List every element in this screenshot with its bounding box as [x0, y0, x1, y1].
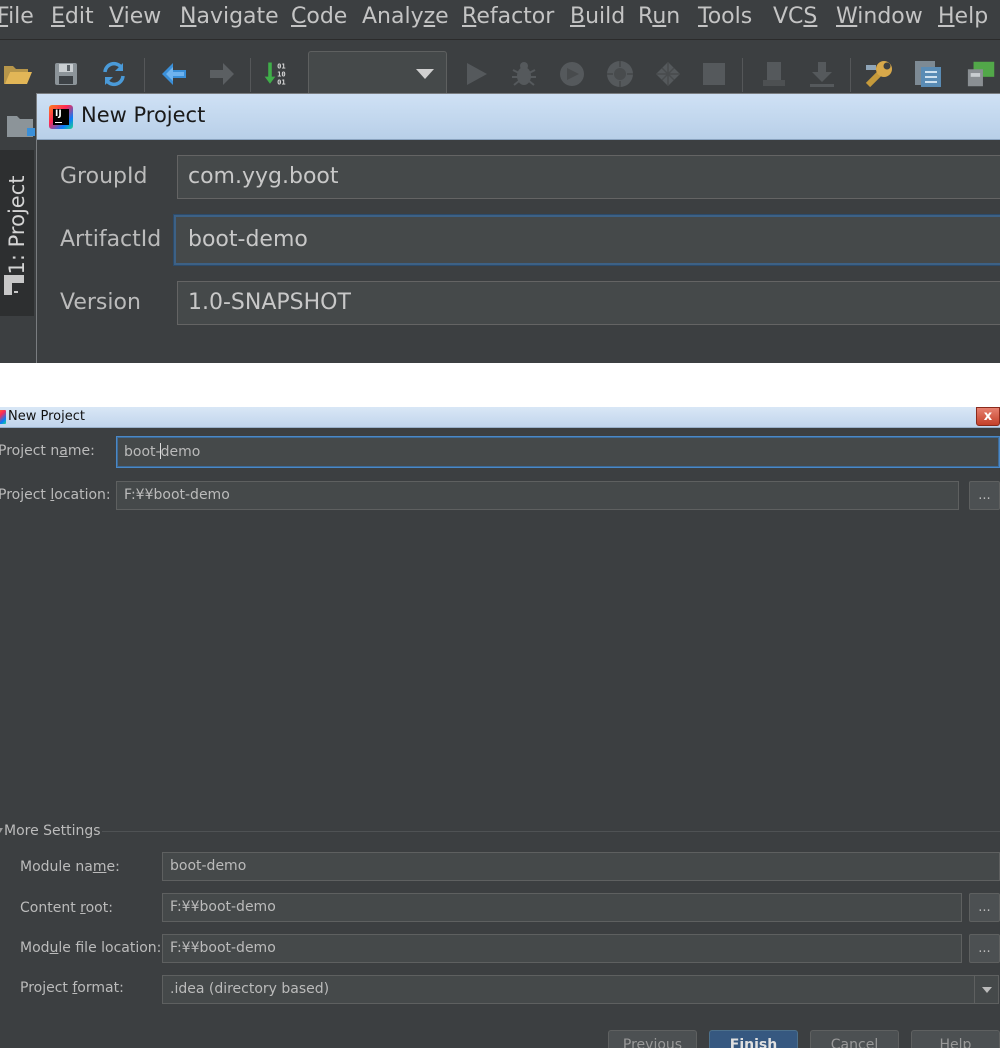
version-label: Version: [60, 290, 141, 315]
project-format-select[interactable]: .idea (directory based): [162, 975, 999, 1004]
stop-icon[interactable]: [698, 58, 730, 90]
coverage-icon[interactable]: [556, 58, 588, 90]
group-id-label: GroupId: [60, 164, 148, 189]
project-location-browse-button[interactable]: ...: [969, 481, 1000, 510]
menu-file[interactable]: File: [0, 4, 34, 29]
version-input[interactable]: 1.0-SNAPSHOT: [177, 281, 1000, 325]
cancel-button[interactable]: Cancel: [810, 1030, 899, 1048]
menu-edit[interactable]: Edit: [51, 4, 94, 29]
content-root-browse-button[interactable]: ...: [969, 893, 1000, 922]
structure-tab-icon[interactable]: [0, 268, 30, 300]
module-name-label: Module name:: [20, 859, 120, 875]
menu-tools[interactable]: Tools: [698, 4, 752, 29]
back-arrow-icon[interactable]: [158, 58, 190, 90]
more-settings-divider: [102, 831, 1000, 832]
help-button[interactable]: Help: [911, 1030, 1000, 1048]
project-name-input[interactable]: boot-demo: [116, 436, 1000, 468]
svg-text:01: 01: [277, 78, 286, 87]
new-project-dialog-final: New Project x Project name: boot-demo Pr…: [0, 407, 1000, 1048]
run-configuration-select[interactable]: [308, 51, 447, 97]
menu-code[interactable]: Code: [291, 4, 347, 29]
content-root-label: Content root:: [20, 900, 113, 916]
chevron-down-icon: [974, 976, 998, 1003]
forward-arrow-icon[interactable]: [206, 58, 238, 90]
previous-button[interactable]: Previous: [608, 1030, 697, 1048]
menu-help[interactable]: Help: [938, 4, 988, 29]
menu-refactor[interactable]: Refactor: [462, 4, 554, 29]
content-root-input[interactable]: F:¥¥boot-demo: [162, 893, 962, 922]
menu-run[interactable]: Run: [638, 4, 680, 29]
finish-button[interactable]: Finish: [709, 1030, 798, 1048]
settings-wrench-icon[interactable]: [864, 58, 896, 90]
open-folder-icon[interactable]: [2, 58, 34, 90]
close-icon: x: [983, 409, 993, 424]
project-format-label: Project format:: [20, 980, 124, 996]
project-location-input[interactable]: F:¥¥boot-demo: [116, 481, 959, 510]
module-file-location-browse-button[interactable]: ...: [969, 934, 1000, 963]
close-button[interactable]: x: [976, 407, 1000, 426]
project-location-label: Project location:: [0, 487, 111, 503]
dialog-title-bar: IJ New Project: [37, 94, 1000, 140]
dialog-title: New Project: [81, 103, 206, 127]
more-settings-toggle[interactable]: More Settings: [0, 823, 101, 839]
debug-icon[interactable]: [508, 58, 540, 90]
module-file-location-label: Module file location:: [20, 940, 162, 956]
save-icon[interactable]: [50, 58, 82, 90]
chevron-down-icon: [416, 69, 434, 79]
dialog-title: New Project: [8, 409, 85, 424]
binary-update-icon[interactable]: 01 10 01: [262, 58, 294, 90]
structure-icon[interactable]: [912, 58, 944, 90]
intellij-logo-icon: [0, 410, 6, 424]
module-name-input[interactable]: boot-demo: [162, 852, 1000, 881]
module-file-location-input[interactable]: F:¥¥boot-demo: [162, 934, 962, 963]
menu-bar: File Edit View Navigate Code Analyze Ref…: [0, 0, 1000, 40]
profile-icon[interactable]: [604, 58, 636, 90]
artifact-id-input[interactable]: boot-demo: [174, 215, 1000, 265]
sdk-icon[interactable]: [966, 58, 998, 90]
menu-view[interactable]: View: [109, 4, 161, 29]
dialog-title-bar: New Project x: [0, 407, 1000, 428]
sync-icon[interactable]: [98, 58, 130, 90]
attach-icon[interactable]: [758, 58, 790, 90]
download-icon[interactable]: [806, 58, 838, 90]
ide-top-screenshot: File Edit View Navigate Code Analyze Ref…: [0, 0, 1000, 363]
menu-navigate[interactable]: Navigate: [180, 4, 279, 29]
intellij-logo-icon: IJ: [49, 105, 73, 129]
artifact-id-label: ArtifactId: [60, 227, 162, 252]
run-icon[interactable]: [460, 58, 492, 90]
concurrency-icon[interactable]: [652, 58, 684, 90]
menu-analyze[interactable]: Analyze: [362, 4, 449, 29]
group-id-input[interactable]: com.yyg.boot: [177, 155, 1000, 199]
project-folder-icon[interactable]: [4, 110, 36, 142]
menu-window[interactable]: Window: [836, 4, 923, 29]
expand-triangle-icon: [0, 828, 3, 833]
project-name-label: Project name:: [0, 443, 95, 459]
menu-vcs[interactable]: VCS: [773, 4, 817, 29]
menu-build[interactable]: Build: [570, 4, 625, 29]
